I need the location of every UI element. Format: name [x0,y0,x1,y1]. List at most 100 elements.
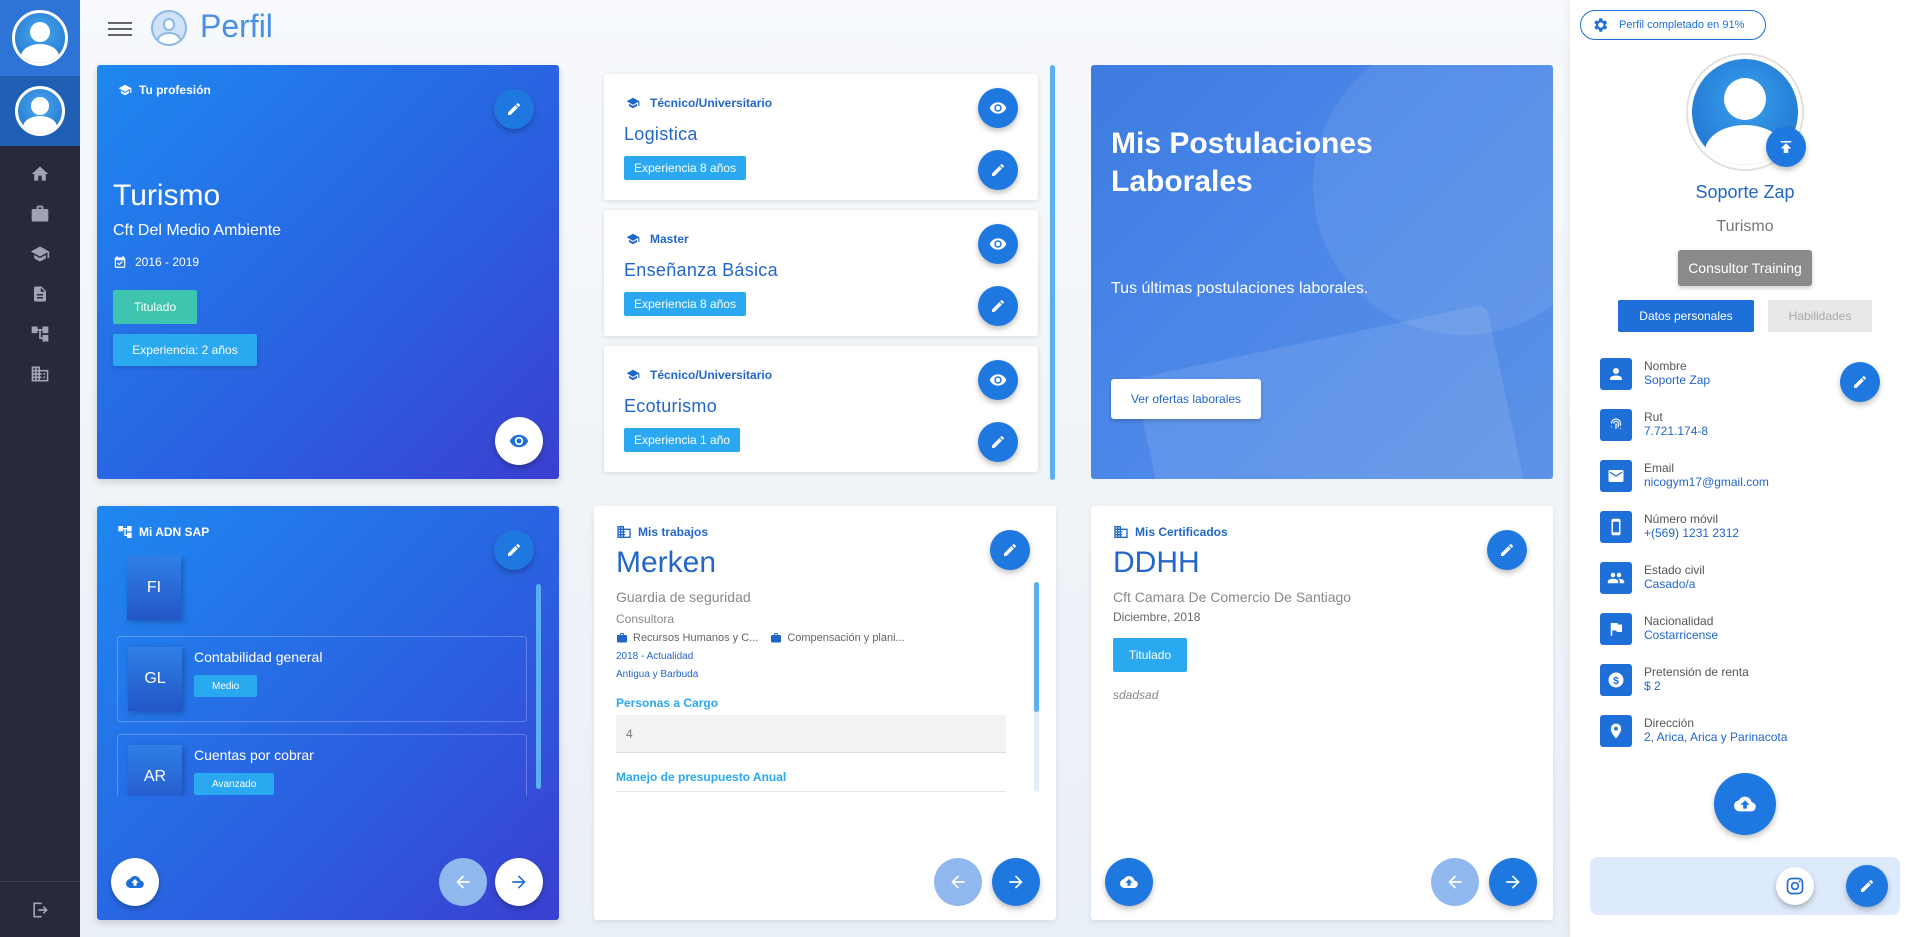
field-label: Rut [1644,410,1663,424]
view-study-button[interactable] [978,360,1018,400]
staff-count-field[interactable]: 4 [616,715,1006,753]
sidebar-item-jobs[interactable] [0,194,80,234]
profile-name: Soporte Zap [1695,182,1795,202]
upload-photo-button[interactable] [1766,127,1806,167]
profile-progress-text: Perfil completado en 91% [1619,19,1745,31]
certificate-note: sdadsad [1113,688,1159,702]
upload-sap-button[interactable] [111,858,159,906]
jobs-scrollbar[interactable] [1034,582,1039,712]
pencil-icon [508,102,520,115]
study-card: Técnico/Universitario Ecoturismo Experie… [604,346,1038,472]
field-value: nicogym17@gmail.com [1644,475,1769,489]
edit-study-button[interactable] [978,150,1018,190]
dollar-icon: $ [1600,664,1632,696]
building-icon [617,526,631,538]
sidebar-item-documents[interactable] [0,274,80,314]
pencil-icon [992,435,1004,448]
next-certificate-button[interactable] [1489,858,1537,906]
consultant-chip[interactable]: Consultor Training [1678,250,1812,286]
study-experience-badge: Experiencia 8 años [624,292,747,316]
sidebar-user[interactable] [0,76,80,146]
field-value: 7.721.174-8 [1644,424,1709,438]
people-icon [1600,562,1632,594]
edit-social-button[interactable] [1846,865,1888,907]
certificates-label-text: Mis Certificados [1135,525,1228,539]
previous-sap-button[interactable] [439,858,487,906]
sap-module-item[interactable]: AR Cuentas por cobrar Avanzado [117,734,527,796]
field-name: Nombre Soporte Zap [1600,358,1860,392]
svg-text:$: $ [1613,675,1619,687]
edit-job-button[interactable] [990,530,1030,570]
sap-module-level: Medio [194,675,258,697]
sap-card: Mi ADN SAP FI GL Contabilidad general Me… [97,506,559,920]
job-tag: Compensación y plani... [770,632,905,644]
eye-icon [989,238,1007,250]
profession-title: Turismo [113,179,221,212]
view-study-button[interactable] [978,224,1018,264]
job-field-label: Manejo de presupuesto Anual [616,770,787,784]
study-type-text: Técnico/Universitario [650,96,773,110]
page-title: Perfil [200,8,273,44]
field-email: Email nicogym17@gmail.com [1600,460,1860,494]
sidebar-item-sap[interactable] [0,314,80,354]
sap-module-code: AR [128,745,182,796]
arrow-right-icon [512,875,526,889]
field-label: Dirección [1644,716,1695,730]
study-experience-badge: Experiencia 8 años [624,156,747,180]
upload-certificate-button[interactable] [1105,858,1153,906]
logout-button[interactable] [0,881,80,937]
home-icon [31,166,49,181]
calendar-check-icon [114,256,126,268]
certificate-institution: Cft Camara De Comercio De Santiago [1113,589,1352,605]
profile-progress-badge[interactable]: Perfil completado en 91% [1580,10,1766,40]
edit-study-button[interactable] [978,422,1018,462]
experience-badge: Experiencia: 2 años [113,334,257,366]
sitemap-icon [118,526,132,538]
instagram-button[interactable] [1776,867,1814,905]
arrow-right-icon [1506,875,1520,889]
field-label: Nacionalidad [1644,614,1714,628]
brand-avatar[interactable] [12,10,68,66]
person-icon [1600,358,1632,390]
sap-scrollbar[interactable] [536,584,541,789]
next-job-button[interactable] [992,858,1040,906]
cloud-upload-icon [1120,876,1138,888]
status-badge: Titulado [113,290,197,324]
sidebar-item-education[interactable] [0,234,80,274]
upload-cv-button[interactable] [1714,773,1776,835]
studies-scrollbar[interactable] [1050,65,1055,480]
sidebar-item-home[interactable] [0,154,80,194]
tab-personal-data[interactable]: Datos personales [1618,300,1754,332]
view-job-offers-button[interactable]: Ver ofertas laborales [1111,379,1261,419]
graduation-cap-icon [30,246,50,262]
previous-job-button[interactable] [934,858,982,906]
menu-button[interactable] [108,18,132,38]
sidebar-item-companies[interactable] [0,354,80,394]
view-profession-button[interactable] [495,417,543,465]
fingerprint-icon [1600,409,1632,441]
certificates-card-label: Mis Certificados [1113,524,1228,540]
study-title: Enseñanza Básica [624,260,778,280]
next-sap-button[interactable] [495,858,543,906]
edit-profession-button[interactable] [494,89,534,129]
job-company: Merken [616,546,717,579]
profession-label-text: Tu profesión [139,83,211,97]
applications-title: Mis Postulaciones Laborales [1111,127,1373,198]
job-tag-text: Recursos Humanos y C... [633,632,759,644]
field-label: Pretensión de renta [1644,665,1749,679]
avatar[interactable] [15,86,65,136]
sap-label-text: Mi ADN SAP [139,525,210,539]
field-label: Estado civil [1644,563,1705,577]
previous-certificate-button[interactable] [1431,858,1479,906]
field-label: Nombre [1644,359,1687,373]
edit-study-button[interactable] [978,286,1018,326]
tab-skills[interactable]: Habilidades [1768,300,1872,332]
eye-icon [509,434,529,448]
upload-icon [1780,141,1792,153]
edit-certificate-button[interactable] [1487,530,1527,570]
sap-module-item[interactable]: GL Contabilidad general Medio [117,636,527,722]
profession-card: Tu profesión Turismo Cft Del Medio Ambie… [97,65,559,479]
sap-module-name: Contabilidad general [194,649,323,665]
sitemap-icon [31,326,49,342]
view-study-button[interactable] [978,88,1018,128]
